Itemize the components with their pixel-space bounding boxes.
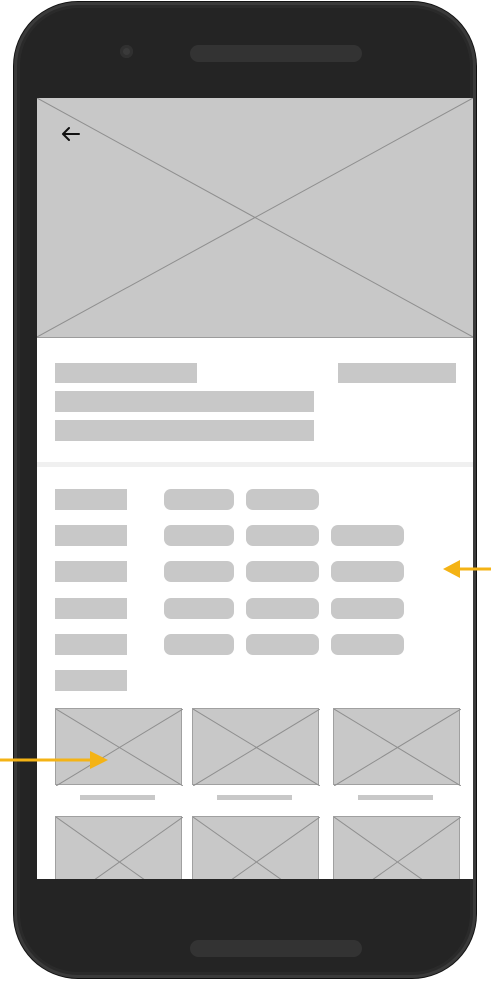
annotation-arrow-left-icon — [443, 560, 491, 578]
earpiece-speaker — [190, 45, 362, 62]
thumbnail-placeholder[interactable] — [333, 816, 461, 879]
option-chip[interactable] — [164, 634, 234, 655]
bottom-speaker — [190, 940, 362, 957]
option-chip[interactable] — [246, 525, 319, 546]
back-arrow-icon[interactable] — [59, 122, 83, 146]
thumbnail-placeholder[interactable] — [55, 816, 183, 879]
title-text-placeholder — [55, 363, 197, 383]
attribute-label-5 — [55, 634, 127, 655]
attribute-label-2 — [55, 525, 127, 546]
thumbnail-placeholder[interactable] — [192, 816, 320, 879]
image-placeholder-icon — [193, 817, 320, 879]
option-chip[interactable] — [331, 561, 404, 582]
image-placeholder-icon — [37, 98, 473, 337]
section-divider — [37, 462, 473, 467]
option-chip[interactable] — [164, 525, 234, 546]
thumbnail-caption-placeholder — [217, 795, 292, 800]
option-chip[interactable] — [246, 489, 319, 510]
thumbnail-placeholder[interactable] — [192, 708, 320, 786]
attribute-label-1 — [55, 489, 127, 510]
annotation-arrow-right-icon — [0, 751, 108, 769]
thumbnail-caption-placeholder — [358, 795, 433, 800]
front-camera — [120, 45, 133, 58]
action-button-placeholder[interactable] — [338, 363, 456, 383]
image-placeholder-icon — [56, 817, 183, 879]
image-placeholder-icon — [334, 817, 461, 879]
option-chip[interactable] — [331, 598, 404, 619]
option-chip[interactable] — [331, 525, 404, 546]
option-chip[interactable] — [246, 598, 319, 619]
image-placeholder-icon — [56, 709, 183, 786]
option-chip[interactable] — [246, 561, 319, 582]
attribute-label-4 — [55, 598, 127, 619]
attribute-label-3 — [55, 561, 127, 582]
option-chip[interactable] — [164, 598, 234, 619]
hero-image-placeholder — [37, 98, 473, 338]
image-placeholder-icon — [334, 709, 461, 786]
thumbnail-placeholder[interactable] — [333, 708, 461, 786]
option-chip[interactable] — [164, 561, 234, 582]
option-chip[interactable] — [246, 634, 319, 655]
description-line-2 — [55, 420, 314, 441]
description-line-1 — [55, 391, 314, 412]
option-chip[interactable] — [331, 634, 404, 655]
option-chip[interactable] — [164, 489, 234, 510]
thumbnail-placeholder[interactable] — [55, 708, 183, 786]
image-placeholder-icon — [193, 709, 320, 786]
thumbnail-caption-placeholder — [80, 795, 155, 800]
attribute-label-6 — [55, 670, 127, 691]
